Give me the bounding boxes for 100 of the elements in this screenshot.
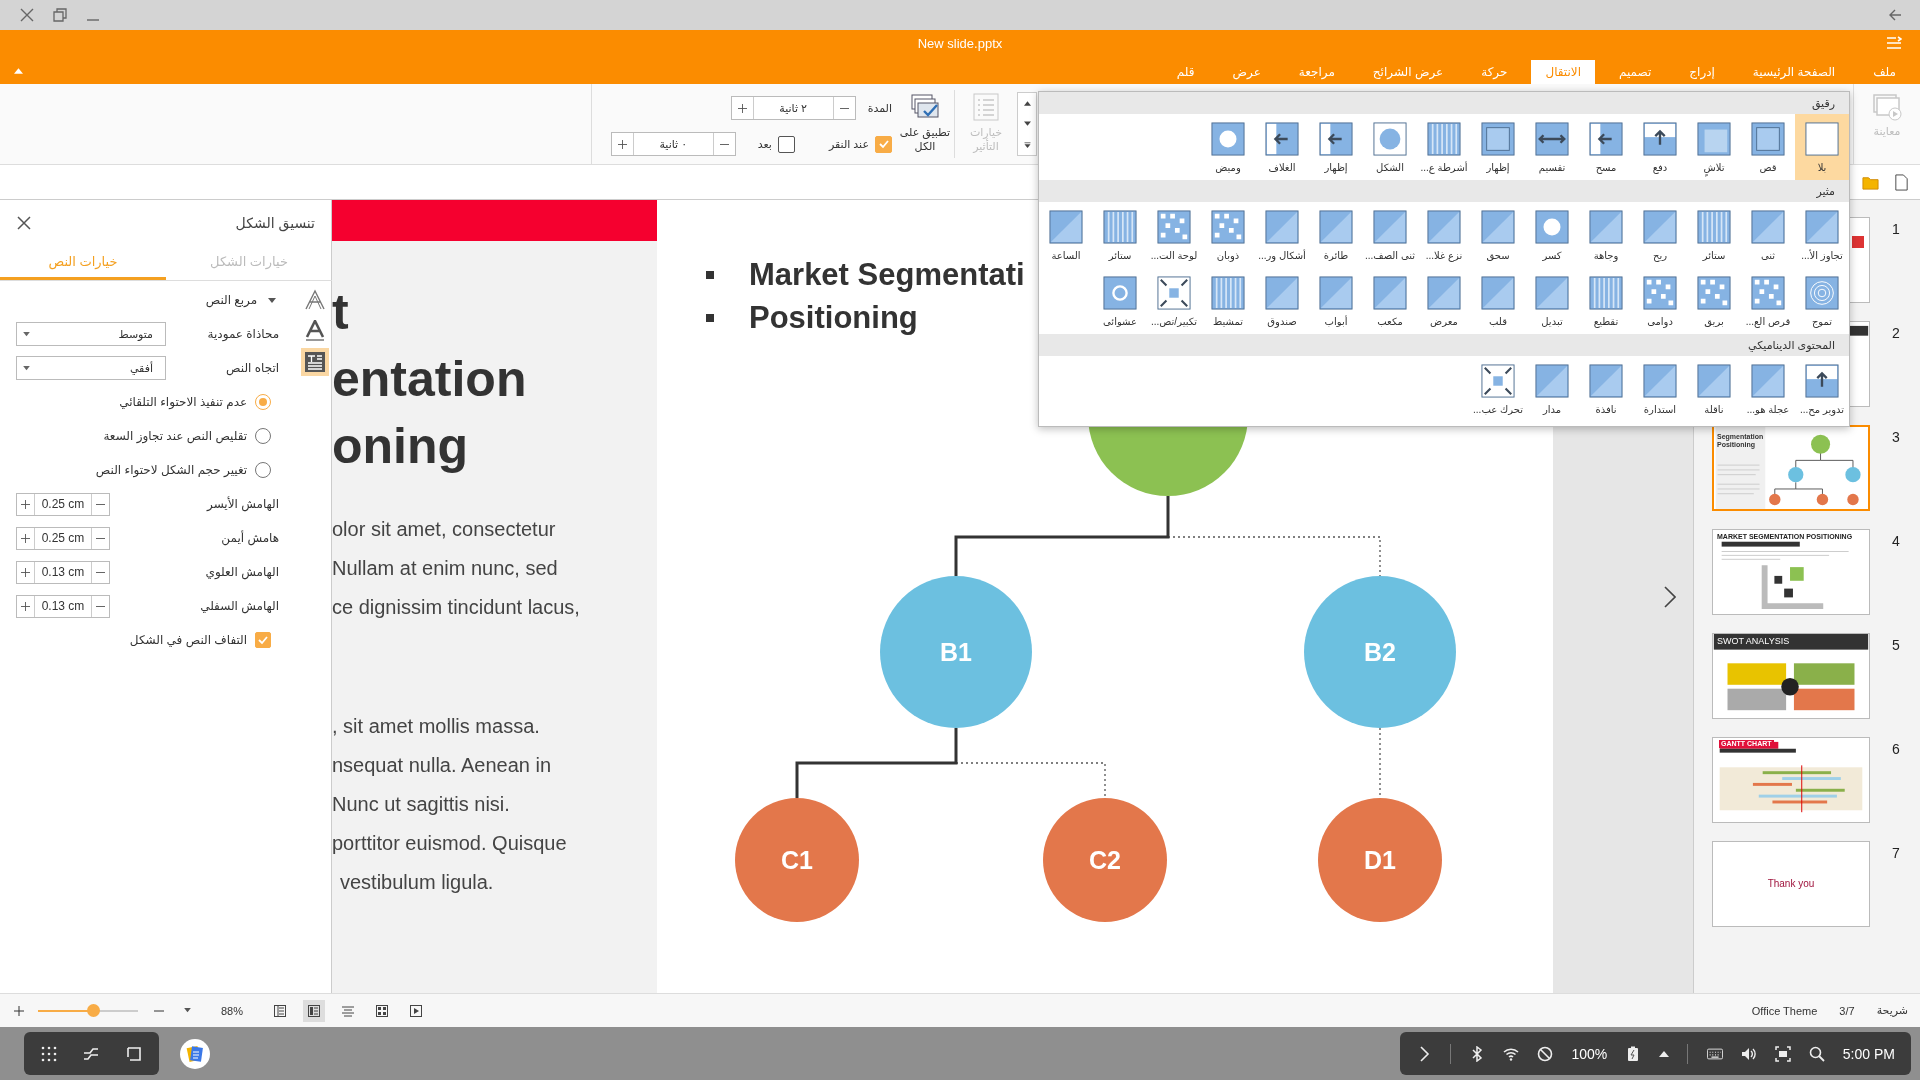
- apply-to-all-button[interactable]: تطبيق على الكل: [899, 84, 951, 164]
- duration-spinbox[interactable]: ٢ ثانية: [730, 96, 856, 120]
- transition-option[interactable]: أشكال ور...: [1255, 202, 1309, 268]
- dropdown[interactable]: متوسط: [16, 322, 166, 346]
- body-text: , sit amet mollis massa.: [332, 714, 540, 739]
- field-label: الهامش السفلي: [200, 599, 280, 613]
- transition-option[interactable]: مسح: [1579, 114, 1633, 180]
- slide-number: 5: [1892, 637, 1900, 653]
- transition-option[interactable]: قص: [1741, 114, 1795, 180]
- transition-option[interactable]: تبديل: [1525, 268, 1579, 334]
- transition-option[interactable]: قرص الع...: [1741, 268, 1795, 334]
- transition-option[interactable]: مكعب: [1363, 268, 1417, 334]
- transition-option[interactable]: تحرك عب...: [1471, 356, 1525, 422]
- transition-option[interactable]: دوامى: [1633, 268, 1687, 334]
- transition-option[interactable]: إظهار: [1309, 114, 1363, 180]
- transition-option[interactable]: لوحة الت...: [1147, 202, 1201, 268]
- slide-thumbnail[interactable]: SWOT ANALYSIS: [1712, 633, 1870, 719]
- transition-option[interactable]: ثنى الصف...: [1363, 202, 1417, 268]
- transition-option[interactable]: طائرة: [1309, 202, 1363, 268]
- transition-option[interactable]: أبواب: [1309, 268, 1363, 334]
- radio-label: عدم تنفيذ الاحتواء التلقائي: [119, 395, 248, 409]
- transition-option[interactable]: تجاوز الأ...: [1795, 202, 1849, 268]
- slide-number: 7: [1892, 845, 1900, 861]
- body-text: nsequat nulla. Aenean in: [332, 753, 552, 778]
- node-label: B2: [1364, 638, 1396, 666]
- transition-option[interactable]: سحق: [1471, 202, 1525, 268]
- transition-option[interactable]: الغلاف: [1255, 114, 1309, 180]
- transition-option[interactable]: إظهار: [1471, 114, 1525, 180]
- battery-percent: 100%: [1571, 1045, 1608, 1062]
- gallery-section-header: المحتوى الديناميكي: [1039, 334, 1849, 356]
- transition-option[interactable]: ستائر: [1093, 202, 1147, 268]
- bullet-text: Positioning: [749, 299, 918, 336]
- section-header: مربع النص: [205, 293, 258, 307]
- transition-option[interactable]: ستائر: [1687, 202, 1741, 268]
- radio-label: تقليص النص عند تجاوز السعة: [103, 429, 248, 443]
- transition-option[interactable]: ذوبان: [1201, 202, 1255, 268]
- slide-thumbnail[interactable]: Thank you: [1712, 841, 1870, 927]
- bullet-text: Market Segmentati: [749, 256, 1025, 293]
- margin-spinbox[interactable]: 0.13 cm: [16, 594, 110, 618]
- margin-spinbox[interactable]: 0.25 cm: [16, 526, 110, 550]
- checkbox-label: التفاف النص في الشكل: [129, 633, 248, 647]
- transition-option[interactable]: ناقلة: [1687, 356, 1741, 422]
- duration-label: المدة: [867, 101, 892, 115]
- slide-number: 3: [1892, 429, 1900, 445]
- radio-label: تغيير حجم الشكل لاحتواء النص: [95, 463, 248, 477]
- margin-value: 0.25 cm: [40, 530, 86, 547]
- document-title: New slide.pptx: [917, 35, 1003, 51]
- checkbox-label: عند النقر: [828, 137, 869, 151]
- gallery-section-header: مثير: [1039, 180, 1849, 202]
- transition-option[interactable]: بلا: [1795, 114, 1849, 180]
- transition-option[interactable]: قلب: [1471, 268, 1525, 334]
- field-label: اتجاه النص: [226, 361, 280, 375]
- transition-option[interactable]: عجلة هو...: [1741, 356, 1795, 422]
- dropdown[interactable]: أفقي: [16, 356, 166, 380]
- checkbox-label: بعد: [757, 137, 772, 151]
- slide-title: t: [332, 283, 349, 342]
- node-label: C2: [1089, 846, 1121, 874]
- body-text: Nunc ut sagittis nisi.: [332, 792, 510, 817]
- theme-name: Office Theme: [1751, 1004, 1818, 1017]
- transition-option[interactable]: وميض: [1201, 114, 1255, 180]
- transition-option[interactable]: تقسيم: [1525, 114, 1579, 180]
- transition-option[interactable]: أشرطة ع...: [1417, 114, 1471, 180]
- transition-option[interactable]: صندوق: [1255, 268, 1309, 334]
- transition-option[interactable]: الشكل: [1363, 114, 1417, 180]
- transition-option[interactable]: ريح: [1633, 202, 1687, 268]
- transition-option[interactable]: تقطيع: [1579, 268, 1633, 334]
- margin-spinbox[interactable]: 0.25 cm: [16, 492, 110, 516]
- slide-number: 2: [1892, 325, 1900, 341]
- transition-option[interactable]: تلاشٍ: [1687, 114, 1741, 180]
- transition-option[interactable]: كسر: [1525, 202, 1579, 268]
- slide-number: 1: [1892, 221, 1900, 237]
- transition-option[interactable]: وجاهة: [1579, 202, 1633, 268]
- delay-spinbox[interactable]: ٠ ثانية: [610, 132, 736, 156]
- margin-value: 0.13 cm: [40, 598, 86, 615]
- transition-option[interactable]: تمشيط: [1201, 268, 1255, 334]
- margin-spinbox[interactable]: 0.13 cm: [16, 560, 110, 584]
- body-text: vestibulum ligula.: [340, 870, 494, 895]
- transition-option[interactable]: نافذة: [1579, 356, 1633, 422]
- field-label: هامش أيمن: [221, 531, 280, 545]
- transition-option[interactable]: نزع غلا...: [1417, 202, 1471, 268]
- node-label: C1: [781, 846, 813, 874]
- transition-option[interactable]: الساعة: [1039, 202, 1093, 268]
- transition-option[interactable]: تدوير مح...: [1795, 356, 1849, 422]
- transition-option[interactable]: معرض: [1417, 268, 1471, 334]
- transition-option[interactable]: مدار: [1525, 356, 1579, 422]
- gallery-section-header: رقيق: [1039, 92, 1849, 114]
- body-text: Nullam at enim nunc, sed: [332, 556, 558, 581]
- transition-option[interactable]: تكبير/تص...: [1147, 268, 1201, 334]
- transition-option[interactable]: تموج: [1795, 268, 1849, 334]
- body-text: porttitor euismod. Quisque: [332, 831, 567, 856]
- transition-option[interactable]: عشوائى: [1093, 268, 1147, 334]
- body-text: olor sit amet, consectetur: [332, 517, 556, 542]
- slide-title: oning: [332, 417, 469, 476]
- slide-title: entation: [332, 350, 527, 409]
- thumbnail-title: Thank you: [1766, 878, 1816, 889]
- transition-option[interactable]: استدارة: [1633, 356, 1687, 422]
- clock: 5:00 PM: [1842, 1045, 1895, 1062]
- transition-option[interactable]: ثنى: [1741, 202, 1795, 268]
- transition-option[interactable]: بريق: [1687, 268, 1741, 334]
- transition-option[interactable]: دفع: [1633, 114, 1687, 180]
